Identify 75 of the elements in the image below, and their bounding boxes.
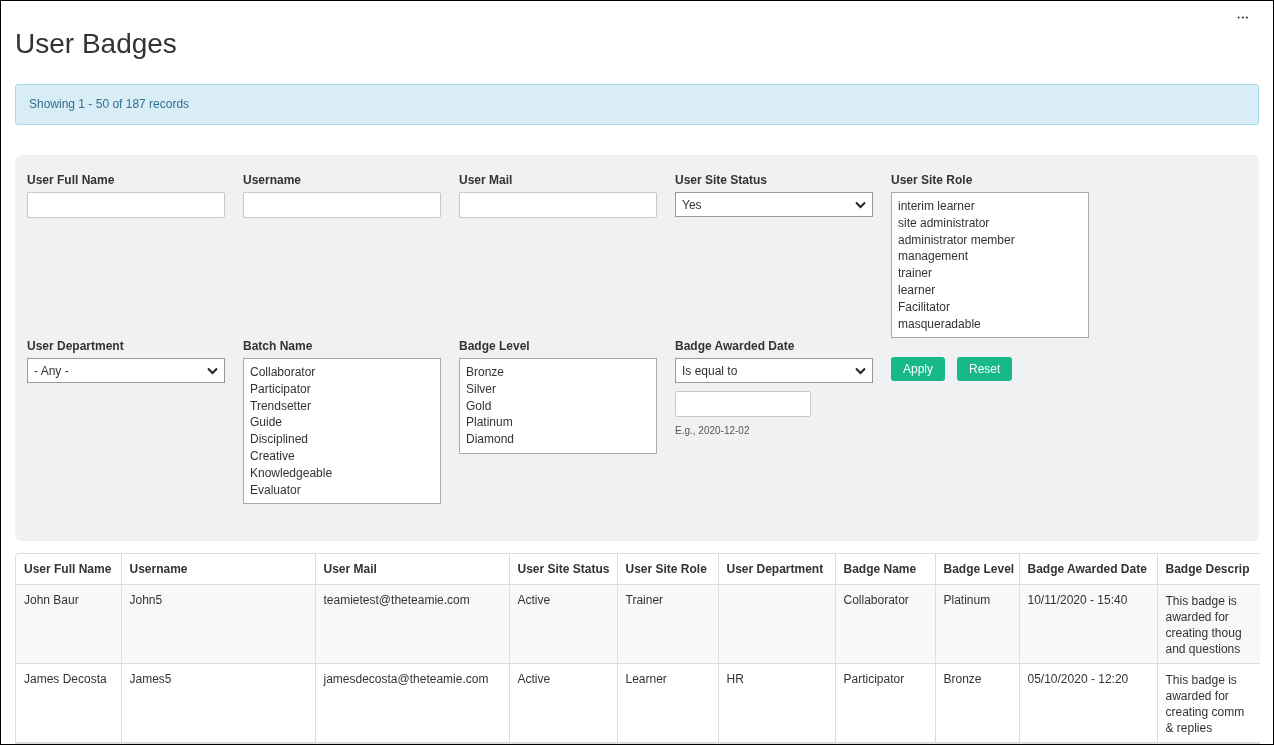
table-cell: John Baur [24, 593, 79, 607]
column-header: Badge Awarded Date [1027, 562, 1147, 576]
list-option[interactable]: learner [898, 282, 1082, 299]
table-cell: Platinum [943, 593, 991, 607]
table-cell: This badge is awarded for creating thoug and questions [1165, 594, 1242, 656]
list-option[interactable]: Evaluator [250, 481, 434, 499]
filter-label: Badge Level [459, 339, 530, 353]
list-option[interactable]: interim learner [898, 198, 1082, 215]
table-cell: Trainer [625, 593, 664, 607]
filter-label: User Full Name [27, 173, 115, 187]
page-title: User Badges [15, 28, 177, 60]
list-option[interactable]: Gold [466, 397, 650, 415]
select-dropdown[interactable]: Is equal to [675, 358, 873, 383]
column-header: User Site Status [517, 562, 610, 576]
column-header: Badge Descrip [1165, 562, 1250, 576]
chevron-down-icon [855, 200, 866, 209]
column-header: Badge Level [943, 562, 1015, 576]
list-option[interactable]: Participator [250, 380, 434, 398]
multi-select-list[interactable]: Collaborator Participator Trendsetter Guide Disciplined Creative Knowledgeable Evaluator [243, 358, 441, 505]
table-cell: Learner [625, 672, 667, 686]
filter-label: User Mail [459, 173, 513, 187]
table-cell: teamietest@theteamie.com [323, 593, 470, 607]
table-cell: Bronze [943, 672, 982, 686]
list-option[interactable]: Bronze [466, 364, 650, 381]
list-option[interactable]: Disciplined [250, 431, 434, 448]
chevron-down-icon [207, 366, 218, 375]
list-option[interactable]: Guide [250, 414, 434, 432]
list-option[interactable]: masqueradable [898, 315, 1082, 333]
table-cell: Active [517, 593, 551, 607]
input-field[interactable] [459, 192, 657, 218]
records-alert: Showing 1 - 50 of 187 records [15, 84, 1259, 125]
list-option[interactable]: site administrator [898, 214, 1082, 232]
date-hint: E.g., 2020-12-02 [675, 425, 750, 436]
filter-label: User Site Role [891, 173, 973, 187]
table-cell: James5 [129, 672, 172, 686]
input-field[interactable] [27, 192, 225, 218]
table-cell: James Decosta [24, 672, 107, 686]
multi-select-list[interactable]: interim learner site administrator administrator member management trainer learner Facilitator masqueradable [891, 192, 1089, 339]
table-cell: jamesdecosta@theteamie.com [323, 672, 489, 686]
list-option[interactable]: Diamond [466, 431, 650, 448]
list-option[interactable]: management [898, 248, 1082, 266]
chevron-down-icon [855, 366, 866, 375]
list-option[interactable]: Creative [250, 448, 434, 465]
date-input-field[interactable] [675, 391, 811, 417]
table-cell: 10/11/2020 - 15:40 [1027, 593, 1128, 607]
list-option[interactable]: Silver [466, 380, 650, 398]
list-option[interactable]: Platinum [466, 414, 650, 432]
filter-label: Batch Name [243, 339, 313, 353]
list-option[interactable]: Trendsetter [250, 397, 434, 415]
filter-label: User Department [27, 339, 124, 353]
filter-label: Badge Awarded Date [675, 339, 795, 353]
column-header: User Site Role [625, 562, 707, 576]
input-field[interactable] [243, 192, 441, 218]
select-dropdown[interactable]: - Any - [27, 358, 225, 383]
table-cell: Collaborator [843, 593, 909, 607]
table-cell: Active [517, 672, 551, 686]
table-cell: HR [726, 672, 744, 686]
list-option[interactable]: Facilitator [898, 298, 1082, 316]
filter-label: User Site Status [675, 173, 768, 187]
list-option[interactable]: Knowledgeable [250, 464, 434, 482]
column-header: Username [129, 562, 188, 576]
list-option[interactable]: administrator member [898, 231, 1082, 249]
column-header: User Mail [323, 562, 377, 576]
column-header: User Full Name [24, 562, 112, 576]
list-option[interactable]: Collaborator [250, 364, 434, 381]
multi-select-list[interactable]: Bronze Silver Gold Platinum Diamond [459, 358, 657, 454]
list-option[interactable]: trainer [898, 265, 1082, 282]
table-cell: 05/10/2020 - 12:20 [1027, 672, 1129, 686]
table-cell: This badge is awarded for creating comm & replies [1165, 673, 1245, 735]
column-header: Badge Name [843, 562, 917, 576]
table-cell: Participator [843, 672, 905, 686]
table-cell: John5 [129, 593, 163, 607]
column-header: User Department [726, 562, 824, 576]
select-dropdown[interactable]: Yes [675, 192, 873, 217]
filter-label: Username [243, 173, 302, 187]
